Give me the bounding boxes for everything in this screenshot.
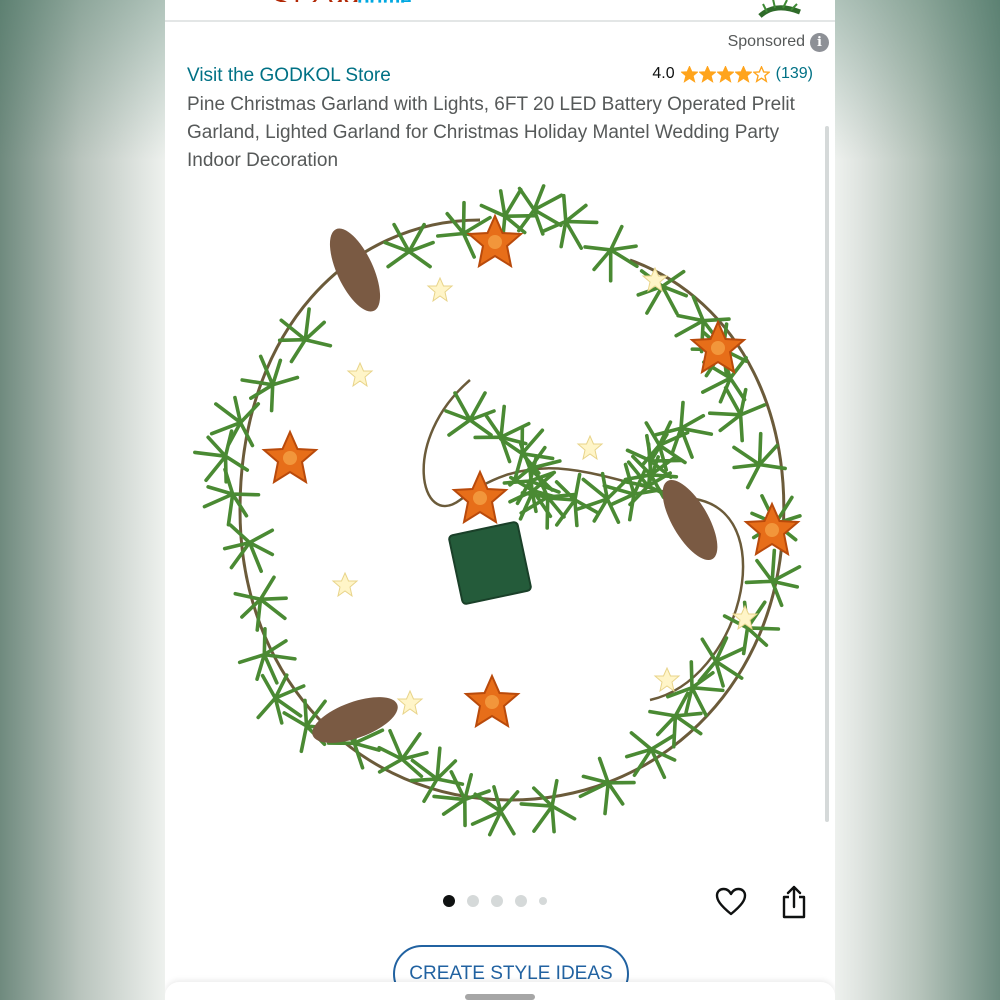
carousel-dot[interactable]: [467, 895, 479, 907]
prime-badge: prime: [357, 0, 412, 12]
sponsored-label[interactable]: Sponsored i: [728, 30, 829, 54]
image-carousel-dots[interactable]: [443, 895, 547, 907]
product-card-screen: $12.99 prime Sponsored i Visit the GODKO…: [165, 0, 835, 1000]
rating-summary[interactable]: 4.0 (139): [652, 65, 813, 83]
star-icon: [698, 65, 716, 83]
star-rating: [680, 65, 770, 83]
heart-icon: [715, 887, 747, 916]
wishlist-button[interactable]: [711, 882, 751, 922]
info-icon[interactable]: i: [810, 32, 829, 52]
product-title[interactable]: Pine Christmas Garland with Lights, 6FT …: [187, 91, 807, 175]
star-icon: [752, 65, 770, 83]
scrollbar[interactable]: [825, 126, 829, 822]
carousel-dot[interactable]: [515, 895, 527, 907]
previous-product-card[interactable]: $12.99 prime: [165, 0, 835, 22]
carousel-dot[interactable]: [539, 897, 547, 905]
product-image[interactable]: [180, 180, 820, 840]
previous-price: $12.99: [273, 0, 359, 17]
share-icon: [782, 885, 806, 919]
sheet-handle[interactable]: [465, 994, 535, 1000]
rating-value: 4.0: [652, 65, 675, 82]
store-link[interactable]: Visit the GODKOL Store: [187, 65, 391, 87]
star-icon: [680, 65, 698, 83]
previous-product-thumbnail[interactable]: [755, 0, 805, 18]
share-button[interactable]: [774, 882, 814, 922]
carousel-dot[interactable]: [443, 895, 455, 907]
rating-count[interactable]: (139): [776, 65, 813, 83]
bottom-sheet[interactable]: [165, 982, 835, 1000]
star-icon: [716, 65, 734, 83]
star-icon: [734, 65, 752, 83]
sponsored-text: Sponsored: [727, 33, 805, 50]
carousel-dot[interactable]: [491, 895, 503, 907]
